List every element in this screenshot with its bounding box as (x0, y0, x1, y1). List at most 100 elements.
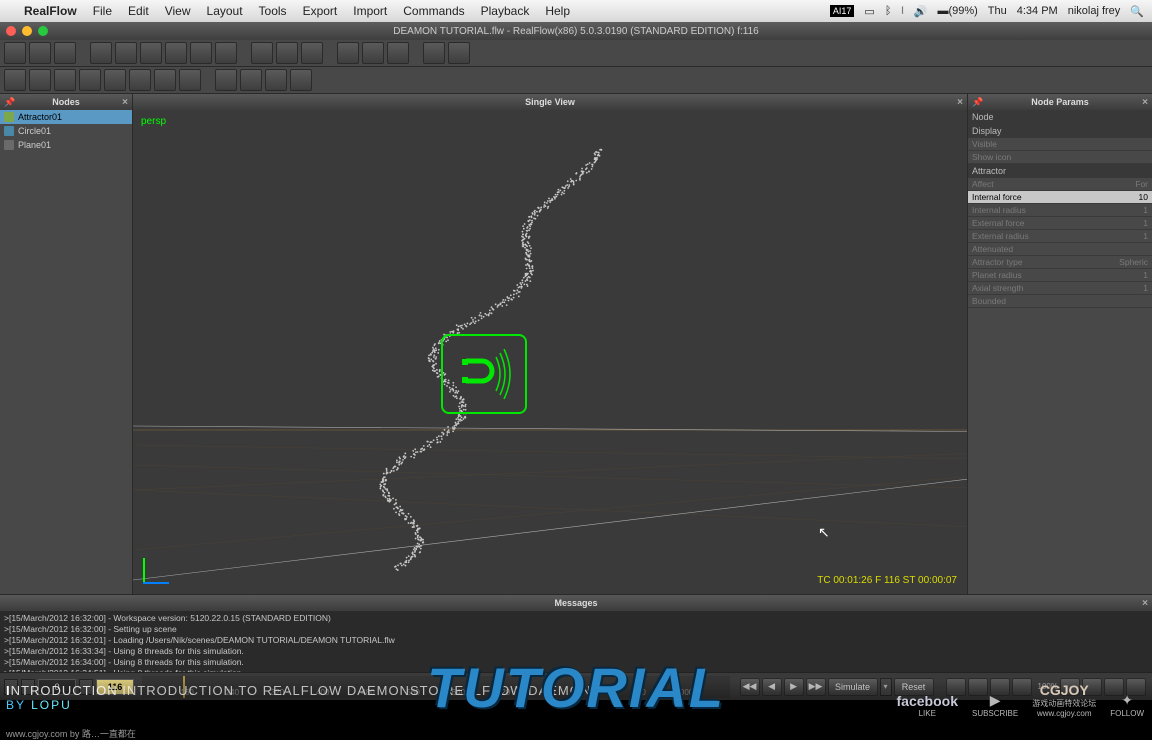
close-icon[interactable]: × (957, 97, 963, 108)
toolbar-button[interactable] (448, 42, 470, 64)
node-item-plane01[interactable]: Plane01 (0, 138, 132, 152)
param-row[interactable]: Axial strength1 (968, 282, 1152, 295)
attractor-icon (4, 112, 14, 122)
credit-bar: www.cgjoy.com by 路…一直都在 (0, 726, 1152, 740)
toolbar-button[interactable] (251, 42, 273, 64)
param-row[interactable]: External force1 (968, 217, 1152, 230)
param-row[interactable]: Visible (968, 138, 1152, 151)
menu-layout[interactable]: Layout (207, 4, 243, 18)
axis-gizmo (143, 554, 173, 584)
bluetooth-icon[interactable]: ᛒ (885, 5, 892, 17)
pin-icon[interactable]: 📌 (972, 97, 982, 107)
play-next-button[interactable]: ▶▶ (806, 678, 826, 696)
toolbar-button[interactable] (240, 69, 262, 91)
menu-view[interactable]: View (165, 4, 191, 18)
param-row[interactable]: External radius1 (968, 230, 1152, 243)
toolbar-button[interactable] (179, 69, 201, 91)
step-prev-button[interactable]: ◀ (762, 678, 782, 696)
toolbar-button[interactable] (301, 42, 323, 64)
play-prev-button[interactable]: ◀◀ (740, 678, 760, 696)
viewport-timecode: TC 00:01:26 F 116 ST 00:00:07 (817, 575, 957, 586)
window-title: DEAMON TUTORIAL.flw - RealFlow(x86) 5.0.… (393, 26, 758, 37)
node-item-circle01[interactable]: Circle01 (0, 124, 132, 138)
toolbar-button[interactable] (115, 42, 137, 64)
adobe-icon: AI 17 (830, 5, 855, 17)
toolbar-button[interactable] (104, 69, 126, 91)
param-row[interactable]: Internal force10 (968, 191, 1152, 204)
close-button[interactable] (6, 26, 16, 36)
menu-export[interactable]: Export (303, 4, 338, 18)
node-item-attractor01[interactable]: Attractor01 (0, 110, 132, 124)
menu-file[interactable]: File (93, 4, 112, 18)
params-panel: 📌 Node Params × NodeDisplayVisibleShow i… (967, 94, 1152, 594)
param-row[interactable]: Bounded (968, 295, 1152, 308)
panel-header-params: 📌 Node Params × (968, 94, 1152, 110)
toolbar-button[interactable] (165, 42, 187, 64)
toolbar-button[interactable] (265, 69, 287, 91)
zoom-button[interactable] (38, 26, 48, 36)
overlay-logos: facebookLIKE ▶SUBSCRIBE CGJOY游戏动画特效论坛www… (897, 682, 1144, 718)
attractor-gizmo[interactable] (441, 334, 527, 414)
volume-icon[interactable]: 🔊 (914, 5, 928, 18)
toolbar-button[interactable] (362, 42, 384, 64)
tutorial-watermark: TUTORIAL (427, 655, 725, 720)
close-icon[interactable]: × (1142, 598, 1148, 609)
toolbar-button[interactable] (154, 69, 176, 91)
toolbar-button[interactable] (276, 42, 298, 64)
close-icon[interactable]: × (1142, 97, 1148, 108)
toolbar-button[interactable] (215, 42, 237, 64)
toolbar-button[interactable] (79, 69, 101, 91)
toolbar-button[interactable] (4, 69, 26, 91)
menu-import[interactable]: Import (353, 4, 387, 18)
nodes-panel: 📌 Nodes × Attractor01Circle01Plane01 (0, 94, 133, 594)
menubar-time[interactable]: 4:34 PM (1017, 5, 1058, 17)
plane-icon (4, 140, 14, 150)
toolbar-button[interactable] (54, 42, 76, 64)
pin-icon[interactable]: 📌 (4, 97, 14, 107)
close-icon[interactable]: × (122, 97, 128, 108)
toolbar-button[interactable] (387, 42, 409, 64)
params-group-header: Attractor (968, 164, 1152, 178)
menubar-user[interactable]: nikolaj frey (1068, 5, 1121, 17)
param-row[interactable]: Planet radius1 (968, 269, 1152, 282)
panel-header-nodes: 📌 Nodes × (0, 94, 132, 110)
display-icon[interactable]: ▭ (864, 5, 874, 18)
toolbar-button[interactable] (215, 69, 237, 91)
param-row[interactable]: Attenuated (968, 243, 1152, 256)
simulate-dropdown[interactable]: ▾ (880, 678, 892, 696)
param-row[interactable]: Show icon (968, 151, 1152, 164)
toolbar-button[interactable] (29, 69, 51, 91)
spotlight-icon[interactable]: 🔍 (1130, 5, 1144, 18)
simulate-button[interactable]: Simulate (828, 678, 878, 696)
menu-commands[interactable]: Commands (403, 4, 464, 18)
battery-icon[interactable]: ▬ (99%) (937, 5, 977, 17)
toolbar-button[interactable] (129, 69, 151, 91)
menu-help[interactable]: Help (545, 4, 570, 18)
menu-edit[interactable]: Edit (128, 4, 149, 18)
params-group-header: Node (968, 110, 1152, 124)
step-next-button[interactable]: ▶ (784, 678, 804, 696)
toolbar-button[interactable] (190, 42, 212, 64)
toolbar-button[interactable] (90, 42, 112, 64)
toolbar-button[interactable] (423, 42, 445, 64)
param-row[interactable]: Attractor typeSpheric (968, 256, 1152, 269)
toolbar-2 (0, 67, 1152, 94)
params-group-header: Display (968, 124, 1152, 138)
toolbar-button[interactable] (29, 42, 51, 64)
panel-header-messages: Messages × (0, 595, 1152, 611)
param-row[interactable]: Internal radius1 (968, 204, 1152, 217)
menubar-day[interactable]: Thu (988, 5, 1007, 17)
menu-tools[interactable]: Tools (259, 4, 287, 18)
app-name[interactable]: RealFlow (24, 4, 77, 18)
viewport-panel: Single View × persp (133, 94, 967, 594)
toolbar-button[interactable] (290, 69, 312, 91)
viewport[interactable]: persp (133, 110, 967, 594)
toolbar-button[interactable] (54, 69, 76, 91)
toolbar-button[interactable] (140, 42, 162, 64)
toolbar-button[interactable] (337, 42, 359, 64)
menu-playback[interactable]: Playback (481, 4, 530, 18)
param-row[interactable]: AffectFor (968, 178, 1152, 191)
toolbar-button[interactable] (4, 42, 26, 64)
minimize-button[interactable] (22, 26, 32, 36)
wifi-icon[interactable]: ⧙ (901, 5, 903, 18)
